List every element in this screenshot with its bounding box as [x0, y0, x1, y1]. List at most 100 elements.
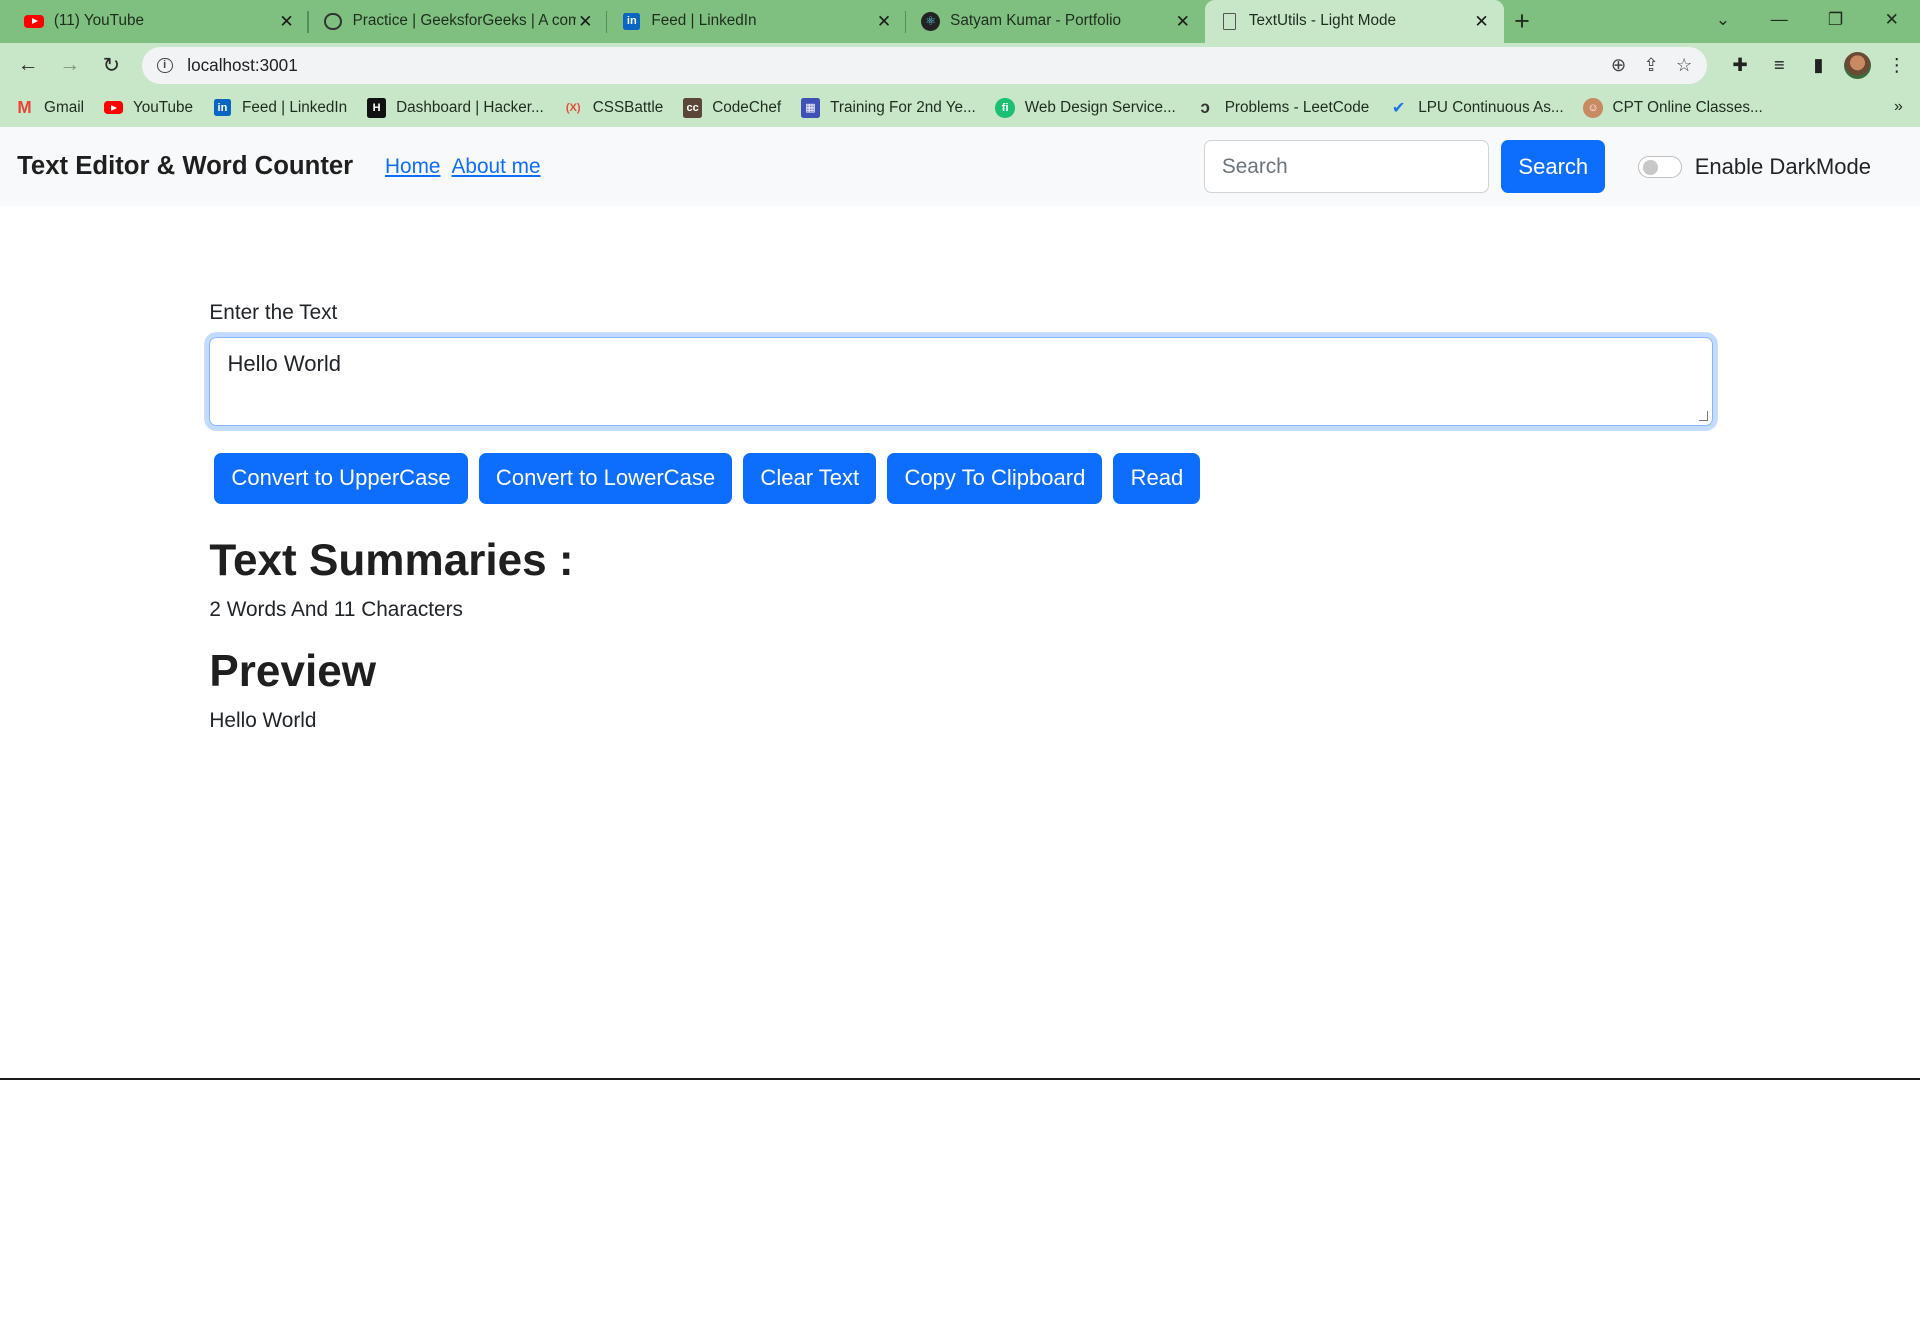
bookmark-training[interactable]: ▦ Training For 2nd Ye... — [800, 97, 976, 118]
bookmark-cssbattle[interactable]: (X) CSSBattle — [563, 98, 664, 118]
media-icon[interactable]: ≡ — [1766, 52, 1793, 79]
toggle-label[interactable]: Enable DarkMode — [1695, 154, 1871, 180]
summary-text: 2 Words And 11 Characters — [209, 598, 463, 622]
restore-icon[interactable]: ❐ — [1807, 0, 1863, 39]
side-panel-icon[interactable]: ▮ — [1805, 52, 1832, 79]
toggle-switch[interactable] — [1638, 155, 1683, 178]
bookmark-linkedin[interactable]: in Feed | LinkedIn — [213, 98, 348, 118]
url-text[interactable]: localhost:3001 — [187, 55, 1611, 76]
reload-icon[interactable]: ↻ — [93, 47, 130, 84]
bookmark-label: CodeChef — [712, 98, 782, 116]
clear-text-button[interactable]: Clear Text — [743, 452, 877, 504]
linkedin-icon: in — [213, 98, 233, 118]
bookmark-gmail[interactable]: M Gmail — [15, 97, 84, 118]
read-button[interactable]: Read — [1113, 452, 1201, 504]
calendar-icon: ▦ — [800, 97, 821, 118]
tab-title: TextUtils - Light Mode — [1248, 12, 1396, 30]
bookmark-label: Dashboard | Hacker... — [396, 98, 544, 116]
brand-title[interactable]: Text Editor & Word Counter — [17, 152, 353, 181]
darkmode-toggle[interactable]: Enable DarkMode — [1638, 154, 1871, 180]
hackerrank-icon: H — [366, 97, 387, 118]
bookmarks-bar: M Gmail YouTube in Feed | LinkedIn H Dashbo… — [0, 88, 1920, 128]
copy-clipboard-button[interactable]: Copy To Clipboard — [887, 452, 1103, 504]
browser-window: (11) YouTube ✕ Practice | GeeksforGeeks … — [0, 0, 1920, 1080]
new-tab-button[interactable]: + — [1504, 0, 1541, 43]
resize-handle[interactable] — [1698, 411, 1709, 421]
close-icon[interactable]: ✕ — [576, 11, 596, 32]
bookmark-leetcode[interactable]: ↄ Problems - LeetCode — [1195, 97, 1370, 118]
fiverr-icon: fi — [995, 97, 1015, 118]
extensions-icon[interactable]: ✚ — [1727, 52, 1754, 79]
linkedin-icon: in — [622, 12, 642, 32]
bookmark-label: CSSBattle — [592, 98, 664, 116]
uppercase-button[interactable]: Convert to UpperCase — [214, 452, 468, 504]
text-label: Enter the Text — [209, 301, 338, 325]
action-buttons: Convert to UpperCase Convert to LowerCas… — [214, 452, 1713, 504]
preview-text: Hello World — [209, 708, 317, 732]
tab-title: Satyam Kumar - Portfolio — [950, 12, 1121, 30]
bookmark-lpu[interactable]: ✔ LPU Continuous As... — [1389, 98, 1564, 118]
browser-toolbar: ← → ↻ i localhost:3001 ⊕ ⇪ ☆ ✚ ≡ ▮ ⋮ — [0, 42, 1920, 89]
lowercase-button[interactable]: Convert to LowerCase — [478, 452, 733, 504]
address-bar[interactable]: i localhost:3001 ⊕ ⇪ ☆ — [142, 47, 1708, 84]
bookmark-cpt[interactable]: ☺ CPT Online Classes... — [1583, 97, 1763, 118]
youtube-icon — [103, 98, 124, 118]
search-input[interactable]: Search — [1203, 140, 1489, 193]
chevron-right-icon[interactable]: » — [1894, 98, 1903, 116]
tab-textutils[interactable]: TextUtils - Light Mode ✕ — [1204, 0, 1504, 43]
window-controls: ⌄ — ❐ ✕ — [1695, 0, 1920, 39]
zoom-icon[interactable]: ⊕ — [1611, 54, 1626, 76]
back-icon[interactable]: ← — [10, 47, 47, 84]
star-icon[interactable]: ☆ — [1676, 54, 1692, 76]
tab-title: (11) YouTube — [53, 12, 144, 30]
avatar[interactable] — [1844, 52, 1872, 79]
menu-icon[interactable]: ⋮ — [1883, 52, 1910, 79]
nav-link-about[interactable]: About me — [452, 155, 541, 179]
close-icon[interactable]: ✕ — [1173, 11, 1193, 32]
tab-linkedin[interactable]: in Feed | LinkedIn ✕ — [607, 0, 907, 43]
web-page: Text Editor & Word Counter Home About me… — [0, 127, 1920, 1078]
close-icon[interactable]: ✕ — [277, 11, 297, 32]
leetcode-icon: ↄ — [1200, 97, 1210, 118]
tab-strip: (11) YouTube ✕ Practice | GeeksforGeeks … — [0, 0, 1920, 43]
nav-link-home[interactable]: Home — [385, 155, 440, 179]
close-window-icon[interactable]: ✕ — [1864, 0, 1920, 39]
summary-heading: Text Summaries : — [209, 535, 574, 585]
tab-title: Practice | GeeksforGeeks | A com — [352, 12, 576, 30]
bookmark-label: LPU Continuous As... — [1418, 98, 1564, 116]
tab-youtube[interactable]: (11) YouTube ✕ — [10, 0, 309, 43]
preview-heading: Preview — [209, 646, 377, 696]
app-navbar: Text Editor & Word Counter Home About me… — [0, 127, 1920, 206]
bookmark-hackerrank[interactable]: H Dashboard | Hacker... — [366, 97, 544, 118]
bookmark-label: Web Design Service... — [1024, 98, 1176, 116]
check-icon: ✔ — [1391, 99, 1406, 117]
bookmark-label: Gmail — [44, 98, 84, 116]
text-area[interactable]: Hello World — [209, 337, 1714, 426]
text-area-value[interactable]: Hello World — [228, 351, 341, 376]
info-icon[interactable]: i — [156, 57, 173, 74]
bookmark-youtube[interactable]: YouTube — [103, 98, 194, 118]
youtube-icon — [24, 12, 45, 32]
bookmark-label: CPT Online Classes... — [1612, 98, 1763, 116]
bookmark-codechef[interactable]: cc CodeChef — [682, 97, 782, 118]
bookmark-label: YouTube — [132, 98, 194, 116]
tab-geeksforgeeks[interactable]: Practice | GeeksforGeeks | A com ✕ — [309, 0, 608, 43]
tab-search-icon[interactable]: ⌄ — [1695, 0, 1751, 39]
bookmark-label: Problems - LeetCode — [1224, 98, 1370, 116]
tab-title: Feed | LinkedIn — [651, 12, 757, 30]
react-icon: ⚛ — [920, 11, 941, 32]
globe-icon — [323, 12, 343, 32]
forward-icon[interactable]: → — [51, 47, 88, 84]
bookmark-fiverr[interactable]: fi Web Design Service... — [995, 97, 1176, 118]
cssbattle-icon: (X) — [565, 101, 581, 114]
close-icon[interactable]: ✕ — [874, 11, 894, 32]
codechef-icon: cc — [682, 97, 703, 118]
bookmark-label: Feed | LinkedIn — [242, 98, 348, 116]
close-icon[interactable]: ✕ — [1472, 11, 1492, 32]
tab-portfolio[interactable]: ⚛ Satyam Kumar - Portfolio ✕ — [906, 0, 1205, 43]
gmail-icon: M — [17, 97, 32, 118]
minimize-icon[interactable]: — — [1751, 0, 1807, 39]
main-container: Enter the Text Hello World Convert to Up… — [209, 301, 1714, 733]
share-icon[interactable]: ⇪ — [1643, 54, 1658, 76]
search-button[interactable]: Search — [1501, 140, 1606, 193]
